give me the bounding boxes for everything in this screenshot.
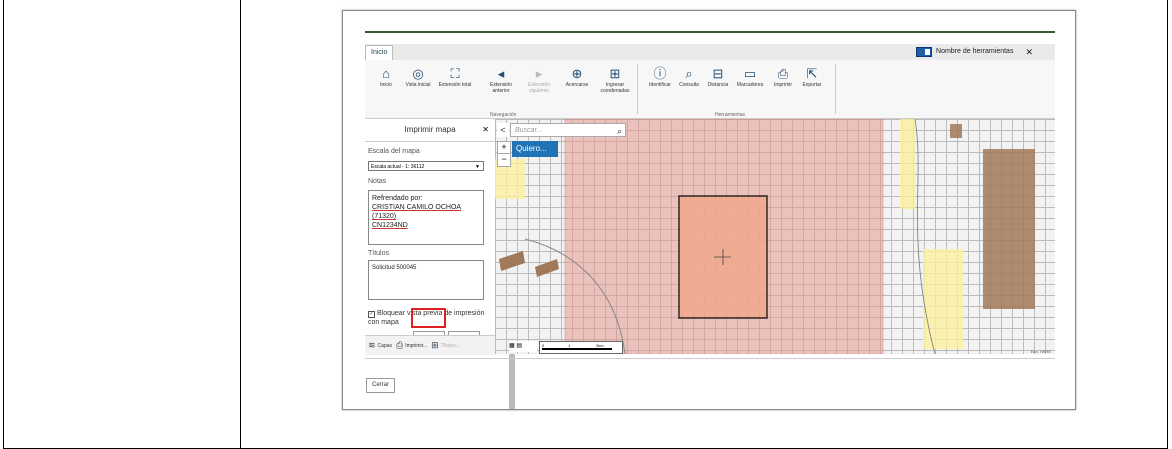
close-button[interactable]: Cerrar xyxy=(366,378,396,393)
navegacion-group-label: Navegación xyxy=(490,112,517,118)
yellow-zone xyxy=(900,119,915,209)
previous-extent-icon: ◂ xyxy=(497,66,505,81)
ribbon-toolbar: ⌂ Inicio ◎ Vista inicial ⛶ Extensión total … xyxy=(365,60,1055,119)
map-viewer-window: Inicio Nombre de herramientas ✕ ⌂ Inicio … xyxy=(342,10,1076,410)
close-icon[interactable]: ✕ xyxy=(482,119,489,141)
scale-select[interactable]: Escala actual - 1: 36112 ▼ xyxy=(368,161,484,171)
chevron-down-icon: ▼ xyxy=(475,164,480,170)
brown-parcel xyxy=(983,149,1035,309)
ingresar-coordenadas-button[interactable]: ⊞ Ingresar coordenadas xyxy=(596,65,634,94)
notes-label: Notas xyxy=(368,178,387,185)
search-icon[interactable]: ⌕ xyxy=(617,124,622,138)
print-icon: ⎙ xyxy=(396,340,404,350)
zoom-out-button[interactable]: − xyxy=(497,153,511,167)
group-separator xyxy=(637,64,638,114)
notes-field[interactable]: Refrendado por: CRISTIAN CAMILO OCHOA (7… xyxy=(368,190,484,245)
tab-imprimir[interactable]: ⎙ Imprimir... xyxy=(396,340,427,351)
tool-names-toggle[interactable]: Nombre de herramientas ✕ xyxy=(916,45,1033,59)
titles-icon: ⊞ xyxy=(431,340,439,350)
herramientas-group-label: Herramientas xyxy=(715,112,746,118)
toggle-switch[interactable] xyxy=(916,47,933,57)
layers-icon: ≋ xyxy=(368,340,376,350)
back-button[interactable]: < xyxy=(497,123,509,137)
titles-field[interactable]: Solicitud 500045 xyxy=(368,260,484,300)
tab-titulos[interactable]: ⊞ Títulos... xyxy=(431,340,460,351)
panel-bottom-tabs: ≋ Capas ⎙ Imprimir... ⊞ Títulos... xyxy=(365,335,495,355)
header-line xyxy=(365,31,1055,33)
next-extent-icon: ▸ xyxy=(535,66,543,81)
extension-anterior-button[interactable]: ◂ Extensión anterior xyxy=(482,65,520,94)
highlight-box xyxy=(411,308,446,328)
grid-icon[interactable]: ▤ xyxy=(516,343,522,349)
initial-view-icon: ◎ xyxy=(412,66,424,81)
zoom-in-icon: ⊕ xyxy=(571,66,583,81)
exportar-button[interactable]: ⇱ Exportar xyxy=(793,65,831,88)
group-separator xyxy=(835,64,836,114)
brown-parcel xyxy=(535,259,559,277)
extension-total-button[interactable]: ⛶ Extensión total xyxy=(436,65,474,88)
quiero-button[interactable]: Quiero... xyxy=(512,141,558,157)
coordinates-icon: ⊞ xyxy=(609,66,621,81)
brown-parcel xyxy=(499,251,525,271)
tab-capas[interactable]: ≋ Capas xyxy=(368,340,392,351)
map-tools[interactable]: ▦ ▤ xyxy=(509,341,537,352)
yellow-zone xyxy=(923,249,963,349)
checkbox-checked-icon[interactable]: ✓ xyxy=(368,311,375,318)
tool-names-label: Nombre de herramientas xyxy=(936,48,1014,55)
scale-label: Escala del mapa xyxy=(368,148,420,155)
footer-divider xyxy=(365,358,1055,359)
vista-inicial-button[interactable]: ◎ Vista inicial xyxy=(399,65,437,88)
map-canvas[interactable]: < Buscar... ⌕ + − Quiero... ▦ ▤ 0 1 2km E… xyxy=(495,119,1055,354)
tab-bar: Inicio Nombre de herramientas ✕ xyxy=(365,44,1055,61)
brown-parcel xyxy=(950,124,962,138)
scale-bar: 0 1 2km xyxy=(539,341,623,354)
close-icon[interactable]: ✕ xyxy=(1025,45,1033,59)
acercarse-button[interactable]: ⊕ Acercarse xyxy=(558,65,596,88)
titles-label: Títulos xyxy=(368,250,390,257)
table-divider xyxy=(240,0,241,449)
full-extent-icon: ⛶ xyxy=(450,66,460,81)
export-icon: ⇱ xyxy=(806,66,818,81)
tab-inicio[interactable]: Inicio xyxy=(365,45,394,60)
layers-icon[interactable]: ▦ xyxy=(509,343,515,349)
extension-siguiente-button[interactable]: ▸ Extensión siguiente xyxy=(520,65,558,94)
search-input[interactable]: Buscar... ⌕ xyxy=(510,123,626,137)
map-layers xyxy=(495,119,1035,354)
panel-title: Imprimir mapa xyxy=(365,119,495,142)
map-attribution: Esri, HERE xyxy=(1030,349,1051,354)
